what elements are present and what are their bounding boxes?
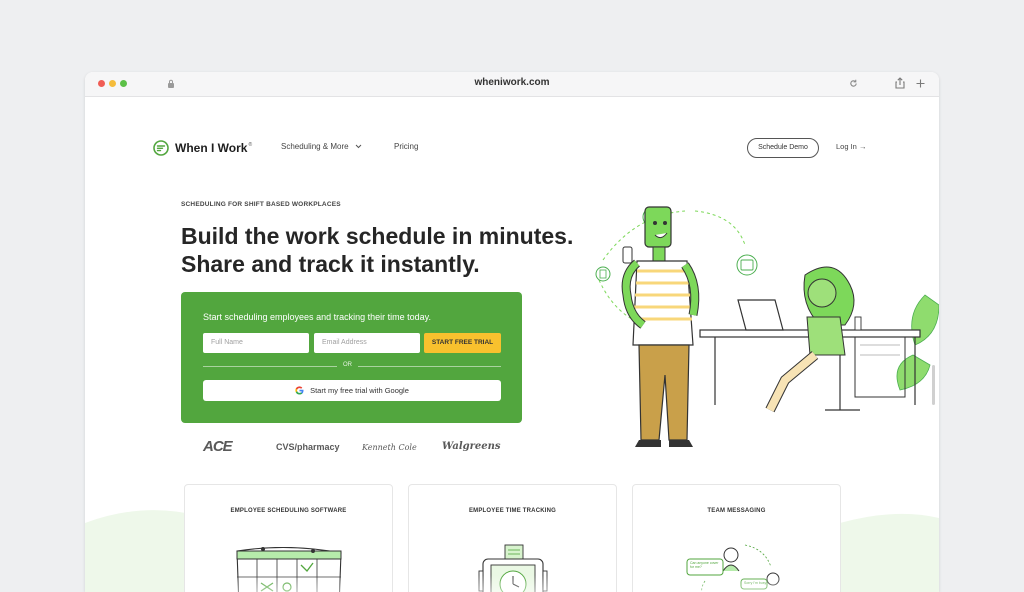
page-content: When I Work ® Scheduling & More Pricing … — [85, 97, 939, 592]
schedule-demo-button[interactable]: Schedule Demo — [747, 138, 819, 158]
logo-icon — [153, 140, 169, 156]
google-signup-button[interactable]: Start my free trial with Google — [203, 380, 501, 401]
chevron-down-icon — [355, 144, 362, 149]
login-link[interactable]: Log In → — [836, 142, 866, 151]
divider-left — [203, 366, 337, 367]
signup-form: Start scheduling employees and tracking … — [181, 292, 522, 423]
new-tab-icon[interactable] — [916, 79, 925, 88]
feature-title: EMPLOYEE SCHEDULING SOFTWARE — [230, 508, 347, 514]
brand-walgreens-logo: Walgreens — [442, 441, 501, 452]
feature-title: EMPLOYEE TIME TRACKING — [468, 508, 557, 514]
feature-title: TEAM MESSAGING — [707, 508, 766, 514]
full-name-input[interactable]: Full Name — [203, 333, 309, 353]
browser-window: wheniwork.com When I Work ® Scheduling &… — [85, 72, 939, 592]
share-icon[interactable] — [895, 77, 905, 89]
divider-right — [358, 366, 501, 367]
hero-headline: Build the work schedule in minutes. Shar… — [181, 222, 573, 278]
card-fade — [633, 575, 840, 592]
google-icon — [295, 386, 304, 395]
start-free-trial-button[interactable]: START FREE TRIAL — [424, 333, 501, 353]
logo[interactable]: When I Work ® — [153, 140, 252, 156]
scrollbar-thumb[interactable] — [932, 365, 935, 405]
trademark-mark: ® — [248, 142, 253, 148]
arrow-right-icon: → — [858, 142, 867, 151]
or-separator: OR — [343, 362, 352, 368]
google-button-label: Start my free trial with Google — [310, 386, 409, 395]
headline-line-2: Share and track it instantly. — [181, 251, 480, 277]
card-fade — [409, 575, 616, 592]
browser-toolbar: wheniwork.com — [85, 72, 939, 97]
brand-cvs-logo: CVS/pharmacy — [276, 442, 340, 452]
chat-bubble-question: Can anyone cover for me? — [690, 561, 719, 569]
nav-scheduling-label: Scheduling & More — [281, 142, 349, 151]
hero-eyebrow: SCHEDULING FOR SHIFT BASED WORKPLACES — [181, 201, 341, 208]
brand-ace-logo: ACE — [203, 438, 233, 455]
hero-illustration — [595, 206, 939, 447]
signup-subtitle: Start scheduling employees and tracking … — [203, 312, 431, 322]
logo-text: When I Work — [175, 141, 248, 155]
reload-icon[interactable] — [849, 79, 858, 88]
address-bar[interactable]: wheniwork.com — [85, 77, 939, 88]
card-fade — [185, 575, 392, 592]
headline-line-1: Build the work schedule in minutes. — [181, 223, 574, 249]
login-label: Log In — [836, 142, 857, 151]
nav-pricing[interactable]: Pricing — [394, 142, 418, 151]
nav-scheduling-more[interactable]: Scheduling & More — [281, 142, 362, 151]
email-input[interactable]: Email Address — [314, 333, 420, 353]
brand-kenneth-cole-logo: Kenneth Cole — [362, 443, 417, 452]
